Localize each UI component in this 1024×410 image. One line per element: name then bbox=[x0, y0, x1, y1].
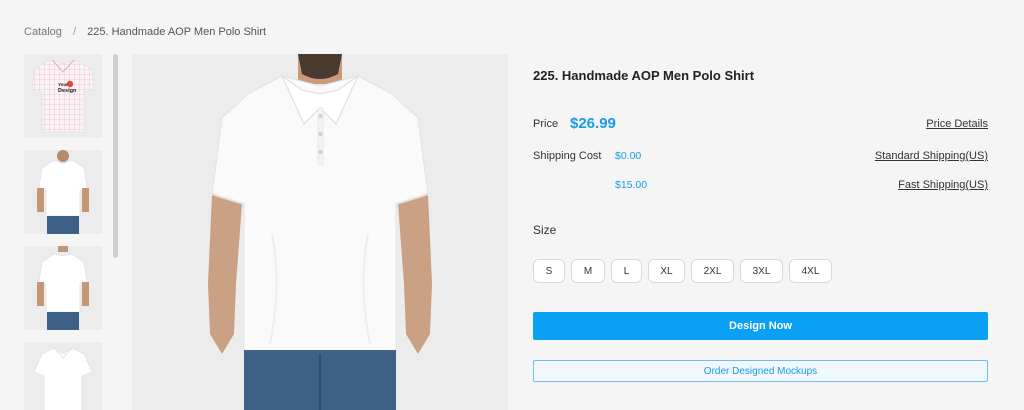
standard-shipping-link[interactable]: Standard Shipping(US) bbox=[875, 150, 988, 162]
size-option-2xl[interactable]: 2XL bbox=[691, 259, 734, 283]
design-now-button[interactable]: Design Now bbox=[533, 312, 988, 340]
thumbnail-list: Your Design bbox=[24, 54, 114, 410]
shirt-back-thumbnail-icon bbox=[37, 246, 89, 330]
breadcrumb-current: 225. Handmade AOP Men Polo Shirt bbox=[87, 26, 267, 38]
breadcrumb: Catalog / 225. Handmade AOP Men Polo Shi… bbox=[24, 26, 266, 38]
fast-shipping-link[interactable]: Fast Shipping(US) bbox=[898, 179, 988, 191]
size-option-3xl[interactable]: 3XL bbox=[740, 259, 783, 283]
thumbnail-scrollbar[interactable] bbox=[113, 54, 118, 258]
shirt-flat-thumbnail-icon bbox=[33, 347, 93, 410]
breadcrumb-separator: / bbox=[72, 26, 77, 38]
size-option-l[interactable]: L bbox=[611, 259, 642, 283]
shirt-front-thumbnail-icon bbox=[37, 150, 89, 234]
price-value: $26.99 bbox=[570, 115, 616, 132]
product-title: 225. Handmade AOP Men Polo Shirt bbox=[533, 68, 755, 83]
breadcrumb-catalog-link[interactable]: Catalog bbox=[24, 26, 62, 38]
order-designed-mockups-button[interactable]: Order Designed Mockups bbox=[533, 360, 988, 382]
standard-shipping-cost: $0.00 bbox=[615, 150, 642, 162]
thumbnail-plaid-shirt[interactable]: Your Design bbox=[24, 54, 102, 138]
polo-shirt-model-icon bbox=[208, 54, 432, 410]
thumbnail-badge-line1: Your bbox=[58, 82, 68, 87]
main-product-image bbox=[132, 54, 508, 410]
fast-shipping-cost: $15.00 bbox=[615, 179, 648, 191]
shipping-cost-label: Shipping Cost bbox=[533, 150, 602, 162]
size-option-xl[interactable]: XL bbox=[648, 259, 685, 283]
price-label: Price bbox=[533, 118, 559, 130]
shirt-plaid-thumbnail-icon: Your Design bbox=[31, 59, 95, 133]
thumbnail-shirt-back[interactable] bbox=[24, 246, 102, 330]
size-label: Size bbox=[533, 223, 557, 237]
price-details-link[interactable]: Price Details bbox=[926, 118, 988, 130]
thumbnail-shirt-front[interactable] bbox=[24, 150, 102, 234]
size-option-m[interactable]: M bbox=[571, 259, 605, 283]
thumbnail-shirt-flat[interactable] bbox=[24, 342, 102, 410]
size-option-4xl[interactable]: 4XL bbox=[789, 259, 832, 283]
size-option-s[interactable]: S bbox=[533, 259, 565, 283]
thumbnail-badge-line2: Design bbox=[58, 88, 77, 94]
size-options: S M L XL 2XL 3XL 4XL bbox=[533, 259, 832, 283]
